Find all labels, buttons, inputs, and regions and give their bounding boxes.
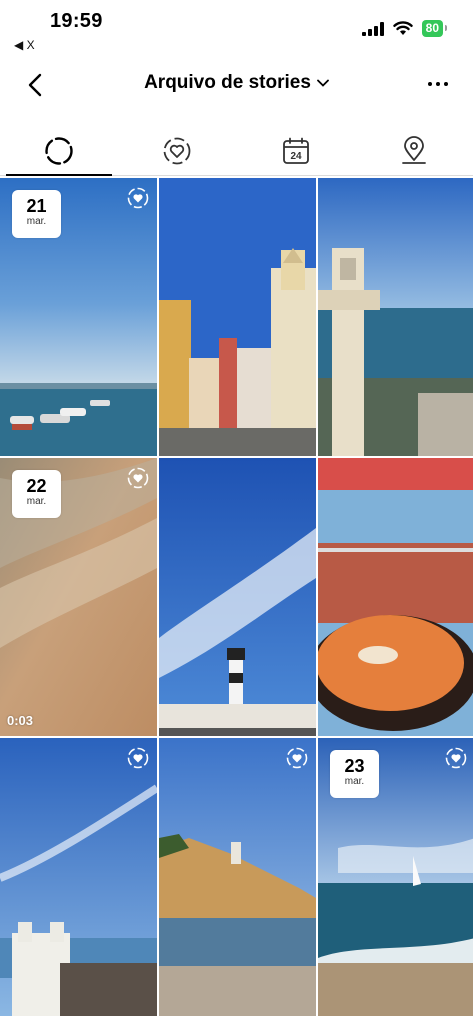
more-options-icon <box>428 82 448 86</box>
story-tile[interactable] <box>159 458 316 736</box>
status-icons: 80 <box>361 20 448 37</box>
heart-circle-icon <box>127 747 149 769</box>
tab-highlights[interactable] <box>118 126 236 175</box>
dashed-circle-icon <box>45 136 73 165</box>
chevron-down-icon <box>317 79 329 87</box>
date-day: 21 <box>26 196 47 216</box>
date-day: 22 <box>26 476 47 496</box>
video-duration: 0:03 <box>7 713 34 728</box>
heart-circle-icon <box>445 747 467 769</box>
archive-tabs: 24 <box>0 126 473 176</box>
story-tile[interactable] <box>159 178 316 456</box>
tab-calendar[interactable]: 24 <box>237 126 355 175</box>
story-tile[interactable]: 23 mar. <box>318 738 473 1016</box>
date-month: mar. <box>344 776 365 787</box>
heart-circle-icon <box>163 137 191 164</box>
story-tile[interactable] <box>159 738 316 1016</box>
tab-stories-archive[interactable] <box>0 126 118 176</box>
story-thumbnail <box>318 178 473 456</box>
story-thumbnail <box>318 458 473 736</box>
story-thumbnail <box>159 178 316 456</box>
story-tile[interactable]: 21 mar. <box>0 178 157 456</box>
date-month: mar. <box>26 496 47 507</box>
story-tile[interactable]: 22 mar. 0:03 <box>0 458 157 736</box>
tab-map[interactable] <box>355 126 473 175</box>
date-month: mar. <box>26 216 47 227</box>
story-thumbnail <box>159 458 316 736</box>
page-title: Arquivo de stories <box>144 72 311 93</box>
status-bar: 19:59 ◀ X 80 <box>0 0 473 56</box>
story-thumbnail <box>159 738 316 1016</box>
date-day: 23 <box>344 756 365 776</box>
cellular-signal-icon <box>361 21 384 36</box>
date-badge: 21 mar. <box>12 190 61 238</box>
battery-indicator: 80 <box>421 20 448 37</box>
date-badge: 23 mar. <box>330 750 379 798</box>
story-tile[interactable] <box>0 738 157 1016</box>
date-badge: 22 mar. <box>12 470 61 518</box>
svg-text:24: 24 <box>290 151 302 162</box>
location-pin-icon <box>401 135 426 164</box>
heart-circle-icon <box>286 747 308 769</box>
stories-grid: 21 mar. 22 mar. 0:03 23 mar. <box>0 178 473 1024</box>
heart-circle-icon <box>127 187 149 209</box>
story-thumbnail <box>0 738 157 1016</box>
more-options-button[interactable] <box>425 74 451 94</box>
story-tile[interactable] <box>318 178 473 456</box>
status-time: 19:59 <box>50 10 103 32</box>
calendar-icon: 24 <box>282 137 309 164</box>
story-tile[interactable] <box>318 458 473 736</box>
archive-type-dropdown[interactable]: Arquivo de stories <box>144 72 329 94</box>
header: Arquivo de stories <box>0 60 473 110</box>
back-to-app-link[interactable]: ◀ X <box>14 38 35 52</box>
heart-circle-icon <box>127 467 149 489</box>
wifi-icon <box>392 21 413 35</box>
